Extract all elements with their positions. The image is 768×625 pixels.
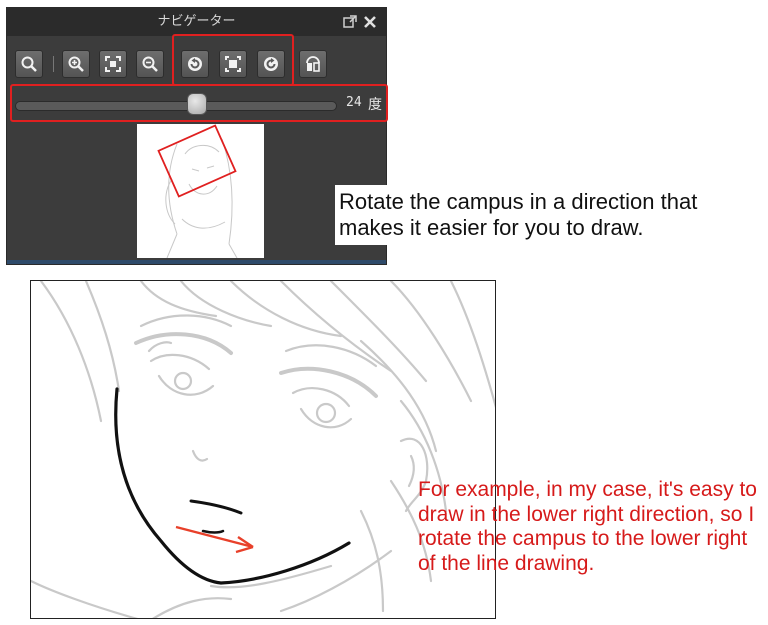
flip-horizontal-button[interactable] (299, 50, 327, 78)
example-tip-caption: For example, in my case, it's easy to dr… (418, 478, 757, 575)
close-icon[interactable] (362, 14, 378, 30)
zoom-in-button[interactable] (62, 50, 90, 78)
rotate-tip-caption: Rotate the campus in a direction that ma… (335, 185, 763, 245)
navigator-title: ナビゲーター (157, 14, 236, 29)
rotate-buttons-highlight (172, 34, 294, 86)
toolbar-separator (53, 56, 54, 72)
fit-to-window-icon (105, 56, 121, 72)
navigator-preview[interactable] (137, 124, 264, 259)
direction-arrow (175, 525, 254, 554)
float-window-icon[interactable] (342, 14, 358, 30)
zoom-out-icon (142, 56, 158, 72)
flip-horizontal-icon (306, 56, 320, 72)
navigator-preview-sketch (157, 124, 238, 259)
zoom-magnifier-icon (21, 56, 37, 72)
view-area-rectangle[interactable] (157, 124, 237, 198)
zoom-tool-button[interactable] (15, 50, 43, 78)
zoom-in-icon (68, 56, 84, 72)
slider-highlight (10, 84, 388, 122)
navigator-titlebar: ナビゲーター (7, 8, 386, 36)
navigator-footer-bar (7, 260, 386, 264)
fit-to-window-button[interactable] (99, 50, 127, 78)
zoom-out-button[interactable] (136, 50, 164, 78)
